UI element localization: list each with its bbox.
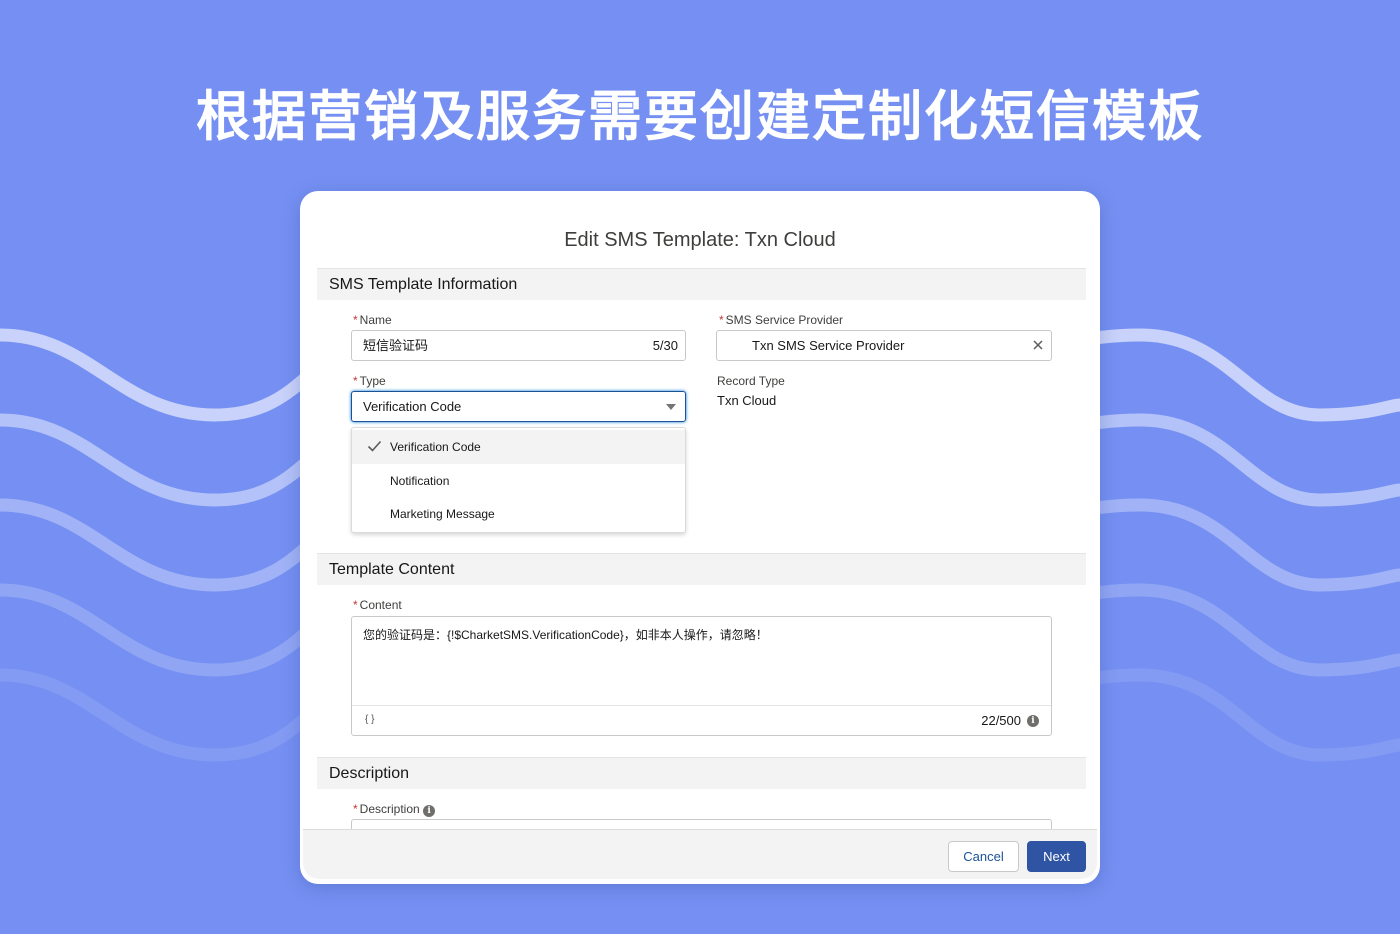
hero-title: 根据营销及服务需要创建定制化短信模板 <box>196 85 1204 148</box>
name-label: * Name <box>353 313 392 327</box>
section-header-description: Description <box>317 757 1086 789</box>
next-button[interactable]: Next <box>1027 841 1086 872</box>
record-type-value: Txn Cloud <box>717 393 777 408</box>
required-marker: * <box>719 313 724 327</box>
chevron-down-icon <box>666 404 676 410</box>
info-icon[interactable]: i <box>423 805 436 817</box>
type-label: * Type <box>353 374 386 388</box>
description-label: * Description i <box>353 802 436 817</box>
section-header-content: Template Content <box>317 553 1086 585</box>
section-header-info: SMS Template Information <box>317 268 1086 300</box>
check-icon <box>367 440 382 452</box>
required-marker: * <box>353 374 358 388</box>
provider-label: * SMS Service Provider <box>719 313 844 327</box>
option-label: Verification Code <box>390 440 481 454</box>
close-icon[interactable] <box>1031 338 1045 352</box>
name-char-counter: 5/30 <box>652 338 678 353</box>
cancel-button[interactable]: Cancel <box>948 841 1019 872</box>
edit-sms-template-modal: Edit SMS Template: Txn Cloud SMS Templat… <box>300 191 1100 884</box>
content-value: 您的验证码是：{!$CharketSMS.VerificationCode}，如… <box>363 628 768 642</box>
info-icon[interactable]: i <box>1027 715 1039 727</box>
record-type-label: Record Type <box>717 374 785 388</box>
merge-field-icon[interactable]: { } <box>365 714 374 725</box>
required-marker: * <box>353 802 358 816</box>
content-label: * Content <box>353 598 402 612</box>
content-char-counter: 22/500 <box>981 713 1021 728</box>
required-marker: * <box>353 313 358 327</box>
type-option-notification[interactable]: Notification <box>352 464 685 498</box>
content-textarea[interactable]: 您的验证码是：{!$CharketSMS.VerificationCode}，如… <box>351 616 1052 736</box>
option-label: Notification <box>390 474 450 488</box>
content-footer: { } 22/500 i <box>352 705 1051 735</box>
type-selected-value: Verification Code <box>363 399 462 414</box>
required-marker: * <box>353 598 358 612</box>
type-select[interactable]: Verification Code <box>351 391 686 422</box>
option-label: Marketing Message <box>390 507 495 521</box>
provider-lookup-input[interactable]: Txn SMS Service Provider <box>716 330 1052 361</box>
provider-value: Txn SMS Service Provider <box>752 338 905 353</box>
type-option-verification-code[interactable]: Verification Code <box>352 430 685 464</box>
type-dropdown-menu: Verification Code Notification Marketing… <box>351 427 686 533</box>
type-option-marketing-message[interactable]: Marketing Message <box>352 497 685 531</box>
modal-footer: Cancel Next <box>303 829 1097 879</box>
name-value: 短信验证码 <box>363 338 429 353</box>
modal-title: Edit SMS Template: Txn Cloud <box>564 229 836 251</box>
name-input[interactable]: 短信验证码 5/30 <box>351 330 686 361</box>
